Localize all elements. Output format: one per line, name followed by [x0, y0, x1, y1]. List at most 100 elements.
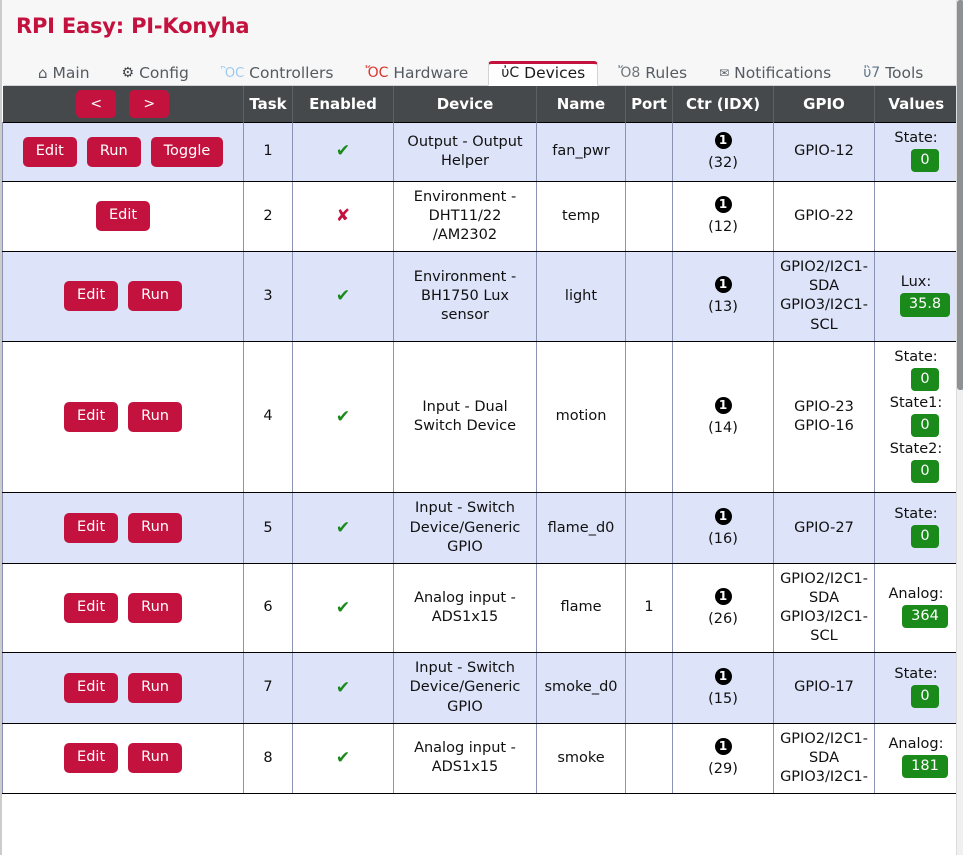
controller-number-badge: 1: [714, 738, 732, 756]
port-cell: [625, 652, 673, 724]
row-actions-cell: Edit Run: [2, 340, 244, 494]
next-page-button[interactable]: >: [129, 89, 170, 118]
port-cell: [625, 340, 673, 494]
page-title: RPI Easy: PI-Konyha: [16, 14, 250, 38]
gpio-line: GPIO2/I2C1-SDA: [780, 730, 868, 766]
tab-controllers[interactable]: ὊC Controllers: [209, 63, 346, 86]
table-header-row: < > Task Enabled Device Name Port Ctr (I…: [2, 86, 957, 122]
name-cell: fan_pwr: [536, 121, 626, 182]
controller-number-badge: 1: [714, 196, 732, 214]
column-header-port[interactable]: Port: [625, 86, 673, 122]
value-label: State:: [894, 505, 938, 522]
tab-rules[interactable]: Ὄ8 Rules: [606, 63, 699, 86]
gpio-cell: GPIO2/I2C1-SDA GPIO3/I2C1-: [773, 722, 875, 795]
device-cell: Input - Dual Switch Device: [393, 340, 537, 494]
value-badge: 0: [911, 460, 939, 484]
value-badge: 364: [902, 605, 948, 629]
tab-label: Devices: [524, 63, 586, 82]
device-cell: Analog input - ADS1x15: [393, 722, 537, 795]
gpio-line: GPIO3/I2C1-SCL: [780, 609, 868, 645]
controller-number-badge: 1: [714, 667, 732, 685]
pager-cell: < >: [2, 86, 244, 122]
scrollbar-thumb[interactable]: [957, 0, 963, 390]
tab-tools[interactable]: ὒ7 Tools: [851, 63, 935, 86]
value-label: Analog:: [888, 585, 944, 602]
port-cell: [625, 492, 673, 564]
values-cell: [874, 180, 957, 253]
enabled-cell: ✔: [292, 562, 394, 654]
name-cell: light: [536, 251, 626, 342]
devices-table: < > Task Enabled Device Name Port Ctr (I…: [2, 86, 957, 795]
name-cell: flame_d0: [536, 492, 626, 564]
tab-devices[interactable]: ὐC Devices: [488, 60, 599, 86]
vertical-scrollbar[interactable]: [956, 0, 963, 855]
tab-hardware[interactable]: ὌC Hardware: [353, 63, 480, 86]
edit-button[interactable]: Edit: [64, 672, 119, 703]
controller-idx: (12): [708, 219, 738, 236]
value-badge: 0: [911, 367, 939, 391]
ctr-idx-cell: 1 (32): [672, 121, 774, 182]
column-header-ctr[interactable]: Ctr (IDX): [672, 86, 774, 122]
gpio-cell: GPIO-27: [773, 492, 875, 564]
device-cell: Output - Output Helper: [393, 121, 537, 182]
run-button[interactable]: Run: [86, 136, 141, 167]
value-label: Analog:: [888, 736, 944, 753]
rules-icon: Ὄ8: [618, 65, 641, 82]
tab-config[interactable]: ⚙ Config: [110, 63, 201, 86]
value-label: State:: [894, 129, 938, 146]
column-header-enabled[interactable]: Enabled: [292, 86, 394, 122]
tab-main[interactable]: ⌂ Main: [26, 63, 102, 86]
edit-button[interactable]: Edit: [64, 402, 119, 432]
run-button[interactable]: Run: [128, 672, 182, 703]
value-badge: 181: [902, 755, 948, 779]
gpio-line: GPIO-22: [794, 207, 854, 224]
column-header-task[interactable]: Task: [243, 86, 293, 122]
values-cell: State: 0: [874, 492, 957, 564]
row-actions-cell: Edit Run: [2, 652, 244, 724]
run-button[interactable]: Run: [128, 743, 182, 774]
port-cell: [625, 121, 673, 182]
run-button[interactable]: Run: [128, 593, 182, 623]
device-cell: Input - Switch Device/Generic GPIO: [393, 492, 537, 564]
controller-number-badge: 1: [714, 507, 732, 525]
gpio-cell: GPIO2/I2C1-SDA GPIO3/I2C1-SCL: [773, 251, 875, 342]
enabled-cell: ✔: [292, 492, 394, 564]
values-cell: Analog: 364: [874, 562, 957, 654]
wrench-icon: ὒ7: [863, 65, 881, 82]
enabled-cell: ✔: [292, 722, 394, 795]
column-header-device[interactable]: Device: [393, 86, 537, 122]
enabled-cell: ✔: [292, 251, 394, 342]
cross-icon: ✘: [335, 206, 351, 227]
gpio-line: GPIO2/I2C1-SDA: [780, 259, 868, 295]
name-cell: smoke: [536, 722, 626, 795]
edit-button[interactable]: Edit: [64, 281, 119, 312]
edit-button[interactable]: Edit: [22, 136, 77, 167]
run-button[interactable]: Run: [128, 402, 182, 432]
check-icon: ✔: [335, 141, 351, 162]
row-actions-cell: Edit Run: [2, 492, 244, 564]
edit-button[interactable]: Edit: [64, 513, 119, 544]
tab-notifications[interactable]: ✉ Notifications: [707, 63, 843, 86]
run-button[interactable]: Run: [128, 281, 182, 312]
controller-idx: (32): [708, 154, 738, 171]
prev-page-button[interactable]: <: [76, 89, 117, 118]
tab-label: Hardware: [393, 63, 469, 82]
gpio-line: GPIO-27: [794, 519, 854, 536]
table-row: Edit Run 8 ✔ Analog input - ADS1x15 smoke 1 (29…: [2, 722, 957, 795]
name-cell: flame: [536, 562, 626, 654]
value-label: State:: [894, 348, 938, 365]
run-button[interactable]: Run: [128, 513, 182, 544]
edit-button[interactable]: Edit: [64, 593, 119, 623]
task-cell: 2: [243, 180, 293, 253]
value-badge: 0: [911, 525, 939, 549]
edit-button[interactable]: Edit: [64, 743, 119, 774]
edit-button[interactable]: Edit: [95, 201, 151, 232]
column-header-gpio[interactable]: GPIO: [773, 86, 875, 122]
column-header-name[interactable]: Name: [536, 86, 626, 122]
controller-number-badge: 1: [714, 396, 732, 414]
table-row: Edit Run 4 ✔ Input - Dual Switch Device motio…: [2, 340, 957, 494]
toggle-button[interactable]: Toggle: [150, 136, 224, 167]
column-header-values[interactable]: Values: [874, 86, 957, 122]
task-cell: 6: [243, 562, 293, 654]
gpio-cell: GPIO-23 GPIO-16: [773, 340, 875, 494]
